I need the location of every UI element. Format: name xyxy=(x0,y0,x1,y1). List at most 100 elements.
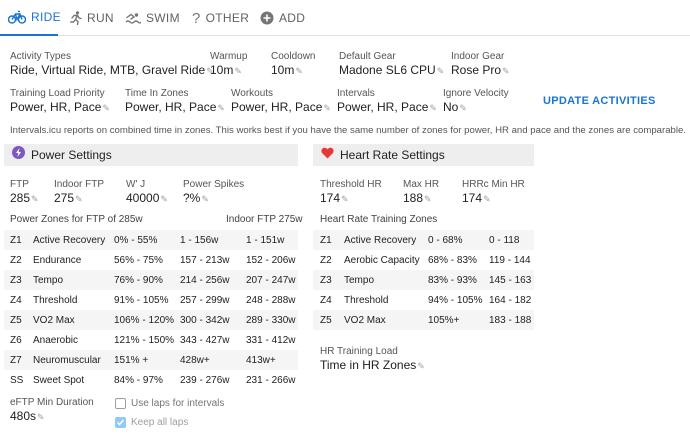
workouts-label: Workouts xyxy=(231,88,274,99)
zone-id: Z2 xyxy=(320,254,332,266)
edit-pencil-icon: ✎ xyxy=(341,194,349,204)
zone-id: Z7 xyxy=(10,354,22,366)
indoor-gear-value: Rose Pro xyxy=(451,63,502,77)
zone-bpm: 0 - 118 xyxy=(489,234,520,246)
edit-pencil-icon: ✎ xyxy=(502,66,510,76)
tab-run-label: RUN xyxy=(87,11,114,25)
power-zone-row: Z3 Tempo 76% - 90% 214 - 256w 207 - 247w xyxy=(4,270,298,290)
power-zone-row: Z6 Anaerobic 121% - 150% 343 - 427w 331 - 41… xyxy=(4,330,298,350)
training-load-priority-field[interactable]: Power, HR, Pace✎ xyxy=(10,100,110,114)
use-laps-checkbox[interactable] xyxy=(115,398,126,409)
zone-id: SS xyxy=(10,374,24,386)
zone-id: Z6 xyxy=(10,334,22,346)
zone-name: Tempo xyxy=(33,274,64,286)
time-in-zones-value: Power, HR, Pace xyxy=(125,100,217,114)
zone-indoor-watts: 207 - 247w xyxy=(246,274,296,286)
power-spikes-value: ?% xyxy=(183,191,201,205)
power-settings-title: Power Settings xyxy=(31,148,112,162)
max-hr-label: Max HR xyxy=(403,179,440,190)
workouts-field[interactable]: Power, HR, Pace✎ xyxy=(231,100,331,114)
cooldown-value: 10m xyxy=(271,63,295,77)
zone-percent: 0 - 68% xyxy=(428,234,463,246)
eftp-min-duration-label: eFTP Min Duration xyxy=(10,397,94,408)
intervals-label: Intervals xyxy=(337,88,375,99)
zone-indoor-watts: 1 - 151w xyxy=(246,234,285,246)
update-activities-button[interactable]: UPDATE ACTIVITIES xyxy=(543,95,656,107)
cooldown-field[interactable]: 10m✎ xyxy=(271,63,303,77)
zone-name: VO2 Max xyxy=(344,314,386,326)
zone-indoor-watts: 152 - 206w xyxy=(246,254,296,266)
info-text: Intervals.icu reports on combined time i… xyxy=(10,125,687,136)
hrrc-min-hr-field[interactable]: 174✎ xyxy=(462,191,491,205)
ftp-value: 285 xyxy=(10,191,31,205)
threshold-hr-field[interactable]: 174✎ xyxy=(320,191,349,205)
zone-indoor-watts: 413w+ xyxy=(246,354,276,366)
zone-percent: 56% - 75% xyxy=(114,254,163,266)
zone-percent: 83% - 93% xyxy=(428,274,477,286)
zone-bpm: 145 - 163 xyxy=(489,274,532,286)
edit-pencil-icon: ✎ xyxy=(201,194,209,204)
hr-zone-row: Z3 Tempo 83% - 93% 145 - 163 xyxy=(313,270,534,290)
ftp-field[interactable]: 285✎ xyxy=(10,191,39,205)
zone-percent: 68% - 83% xyxy=(428,254,477,266)
zone-bpm: 119 - 144 xyxy=(489,254,531,266)
zone-percent: 105%+ xyxy=(428,314,460,326)
activity-types-field[interactable]: Ride, Virtual Ride, MTB, Gravel Ride✎ xyxy=(10,63,214,77)
indoor-gear-field[interactable]: Rose Pro✎ xyxy=(451,63,510,77)
tab-run[interactable]: RUN xyxy=(70,0,114,36)
use-laps-label: Use laps for intervals xyxy=(131,398,225,409)
intervals-field[interactable]: Power, HR, Pace✎ xyxy=(337,100,437,114)
eftp-min-duration-field[interactable]: 480s✎ xyxy=(10,409,45,423)
indoor-gear-label: Indoor Gear xyxy=(451,51,505,62)
max-hr-field[interactable]: 188✎ xyxy=(403,191,432,205)
edit-pencil-icon: ✎ xyxy=(160,194,168,204)
w-prime-value: 40000 xyxy=(126,191,160,205)
ignore-velocity-value: No xyxy=(443,100,459,114)
zone-percent: 106% - 120% xyxy=(114,314,175,326)
default-gear-field[interactable]: Madone SL6 CPU✎ xyxy=(339,63,444,77)
question-icon: ? xyxy=(192,9,201,27)
w-prime-field[interactable]: 40000✎ xyxy=(126,191,168,205)
zone-name: Neuromuscular xyxy=(33,354,101,366)
check-icon xyxy=(116,419,125,426)
hr-zone-row: Z4 Threshold 94% - 105% 164 - 182 xyxy=(313,290,534,310)
hr-training-load-field[interactable]: Time in HR Zones✎ xyxy=(320,358,425,372)
training-load-priority-label: Training Load Priority xyxy=(10,88,105,99)
warmup-value: 10m xyxy=(210,63,234,77)
zone-watts: 239 - 276w xyxy=(180,374,230,386)
warmup-field[interactable]: 10m✎ xyxy=(210,63,242,77)
power-zone-row: Z1 Active Recovery 0% - 55% 1 - 156w 1 - 151… xyxy=(4,230,298,250)
tab-swim[interactable]: SWIM xyxy=(125,0,180,36)
zone-id: Z1 xyxy=(320,234,332,246)
hr-zone-row: Z5 VO2 Max 105%+ 183 - 188 xyxy=(313,310,534,330)
hr-training-load-value: Time in HR Zones xyxy=(320,358,417,372)
lightning-icon xyxy=(12,146,25,164)
zone-percent: 0% - 55% xyxy=(114,234,158,246)
power-settings-header: Power Settings xyxy=(4,144,298,166)
indoor-ftp-value: 275 xyxy=(54,191,75,205)
ftp-label: FTP xyxy=(10,179,29,190)
tab-add[interactable]: ADD xyxy=(260,0,305,36)
keep-laps-checkbox-row[interactable]: Keep all laps xyxy=(115,417,188,428)
keep-laps-checkbox[interactable] xyxy=(115,417,126,428)
power-spikes-field[interactable]: ?%✎ xyxy=(183,191,209,205)
zone-indoor-watts: 331 - 412w xyxy=(246,334,296,346)
max-hr-value: 188 xyxy=(403,191,424,205)
use-laps-checkbox-row[interactable]: Use laps for intervals xyxy=(115,398,224,409)
indoor-ftp-field[interactable]: 275✎ xyxy=(54,191,83,205)
zone-watts: 157 - 213w xyxy=(180,254,230,266)
edit-pencil-icon: ✎ xyxy=(234,66,242,76)
edit-pencil-icon: ✎ xyxy=(295,66,303,76)
zone-name: Active Recovery xyxy=(33,234,106,246)
indoor-ftp-label: Indoor FTP xyxy=(54,179,105,190)
tab-ride[interactable]: RIDE xyxy=(0,0,61,36)
time-in-zones-field[interactable]: Power, HR, Pace✎ xyxy=(125,100,225,114)
zone-id: Z3 xyxy=(320,274,332,286)
ignore-velocity-field[interactable]: No✎ xyxy=(443,100,467,114)
edit-pencil-icon: ✎ xyxy=(483,194,491,204)
edit-pencil-icon: ✎ xyxy=(37,412,45,422)
zone-indoor-watts: 231 - 266w xyxy=(246,374,296,386)
edit-pencil-icon: ✎ xyxy=(102,103,110,113)
tab-other[interactable]: ? OTHER xyxy=(192,0,249,36)
hr-settings-header: Heart Rate Settings xyxy=(313,144,534,166)
